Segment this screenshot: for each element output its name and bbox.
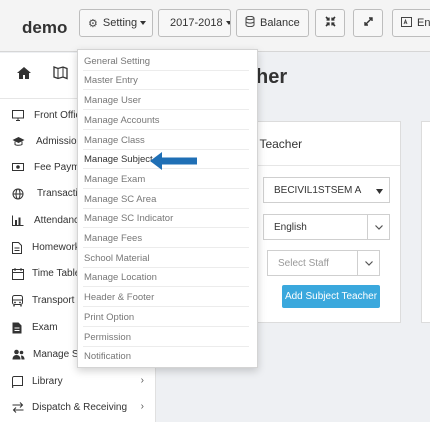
balance-label: Balance [260,17,300,29]
map-button[interactable] [46,61,74,89]
menu-item-print-option[interactable]: Print Option [83,308,249,327]
sidebar-item-library[interactable]: Library › [0,369,156,395]
subject-select[interactable]: English [263,214,390,240]
menu-item-manage-class[interactable]: Manage Class [83,131,249,150]
chevron-right-icon: › [140,401,144,412]
globe-icon [12,188,24,200]
staff-select[interactable]: Select Staff [267,250,380,276]
calendar-icon [12,268,24,280]
caret-down-icon [225,21,230,25]
top-navbar: demo ⚙ Setting 2017-2018 Balance Eng [0,0,430,52]
pointer-arrow-icon [150,152,197,170]
sidebar-item-label: Library [32,376,63,387]
menu-item-manage-location[interactable]: Manage Location [83,268,249,287]
page-title: her [256,66,288,88]
brand-logo[interactable]: demo [22,18,67,38]
chevron-down-icon [367,215,389,239]
subject-select-value: English [274,221,307,233]
staff-select-placeholder: Select Staff [278,257,329,269]
class-select[interactable]: BECIVIL1STSEM A [263,177,390,203]
graduation-cap-icon [12,136,25,148]
bus-icon [12,295,24,307]
panel-title: t Teacher [241,122,400,166]
menu-item-header-footer[interactable]: Header & Footer [83,288,249,307]
caret-down-icon [376,186,383,197]
file-text-icon [12,322,24,334]
sidebar-item-label: Time Table [32,268,81,279]
sidebar-item-label: Exam [32,322,58,333]
monitor-icon [12,110,24,122]
menu-item-manage-exam[interactable]: Manage Exam [83,170,249,189]
menu-item-manage-accounts[interactable]: Manage Accounts [83,111,249,130]
balance-button[interactable]: Balance [236,9,309,37]
sidebar-item-label: Homework [32,242,80,253]
expand-icon [363,16,374,30]
sidebar-item-label: Dispatch & Receiving [32,402,128,413]
expand-button[interactable] [353,9,383,37]
caret-down-icon [140,21,147,25]
home-icon [16,66,32,85]
users-icon [12,349,25,361]
menu-item-permission[interactable]: Permission [83,328,249,347]
home-button[interactable] [10,61,38,89]
fullscreen-button[interactable] [315,9,345,37]
language-button[interactable]: Eng [392,9,430,37]
session-dropdown-button[interactable]: 2017-2018 [158,9,231,37]
setting-dropdown-button[interactable]: ⚙ Setting [79,9,153,37]
secondary-panel [421,121,430,323]
menu-item-manage-user[interactable]: Manage User [83,91,249,110]
menu-item-manage-sc-indicator[interactable]: Manage SC Indicator [83,209,249,228]
map-icon [52,65,68,85]
sidebar-item-dispatch-receiving[interactable]: Dispatch & Receiving › [0,395,156,421]
menu-item-notification[interactable]: Notification [83,347,249,366]
language-icon [401,16,412,30]
menu-item-manage-fees[interactable]: Manage Fees [83,229,249,248]
chevron-down-icon [357,251,379,275]
chevron-right-icon: › [140,375,144,386]
bar-chart-icon [12,215,24,227]
menu-item-manage-sc-area[interactable]: Manage SC Area [83,190,249,209]
menu-item-general-setting[interactable]: General Setting [83,52,249,71]
exchange-icon [12,402,24,414]
compress-icon [324,16,336,30]
setting-label: Setting [102,17,138,29]
class-select-value: BECIVIL1STSEM A [274,184,362,196]
language-label: Eng [417,17,430,29]
menu-item-master-entry[interactable]: Master Entry [83,71,249,90]
book-icon [12,376,24,389]
session-label: 2017-2018 [170,17,223,29]
database-icon [245,15,255,30]
file-icon [12,242,24,254]
sidebar-item-label: Admission [36,136,83,147]
setting-dropdown-menu: General Setting Master Entry Manage User… [77,49,258,368]
menu-item-school-material[interactable]: School Material [83,249,249,268]
money-icon [12,162,24,174]
add-subject-teacher-button[interactable]: Add Subject Teacher [282,285,380,308]
sidebar-item-label: Transport [32,295,75,306]
gear-icon: ⚙ [88,17,98,30]
